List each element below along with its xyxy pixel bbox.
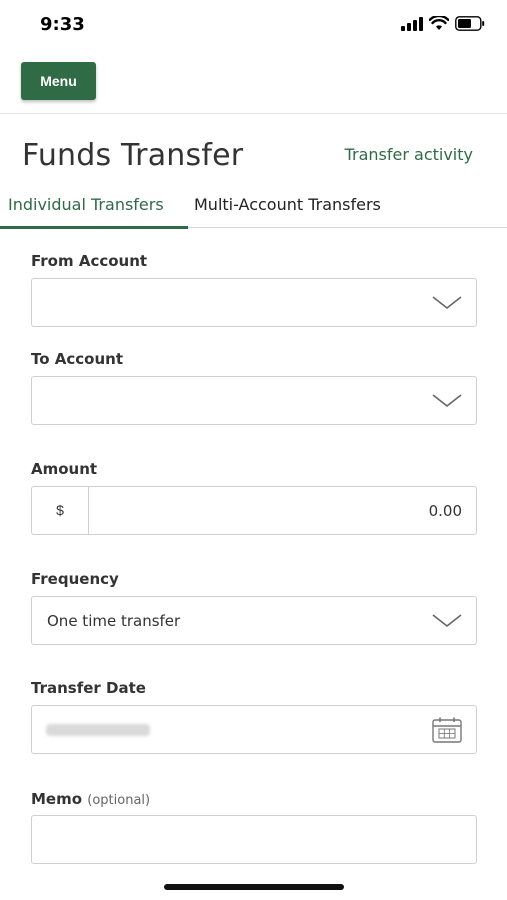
chevron-down-icon [432,614,462,628]
memo-label: Memo (optional) [31,790,150,808]
transfer-activity-link[interactable]: Transfer activity [345,145,473,164]
amount-value[interactable]: 0.00 [429,502,462,520]
transfer-date-value-blurred [46,724,150,736]
frequency-value: One time transfer [47,612,181,630]
memo-optional-hint: (optional) [87,793,151,808]
from-account-select[interactable] [31,278,477,327]
app-header: Menu [0,50,507,114]
status-icons [401,16,485,31]
frequency-label: Frequency [31,570,119,588]
transfer-tabs: Individual Transfers Multi-Account Trans… [0,190,507,229]
wifi-icon [429,16,449,30]
home-indicator [164,884,344,890]
menu-button[interactable]: Menu [21,62,96,100]
cellular-signal-icon [401,16,423,31]
memo-label-text: Memo [31,790,83,808]
to-account-label: To Account [31,350,123,368]
memo-input[interactable] [31,815,477,864]
page-title: Funds Transfer [22,138,244,173]
transfer-date-label: Transfer Date [31,679,146,697]
chevron-down-icon [432,394,462,408]
chevron-down-icon [432,296,462,310]
amount-label: Amount [31,460,98,478]
frequency-select[interactable]: One time transfer [31,596,477,645]
calendar-icon[interactable] [432,717,462,743]
active-tab-indicator [0,226,188,229]
status-bar: 9:33 [0,0,507,50]
from-account-label: From Account [31,252,148,270]
transfer-date-field[interactable] [31,705,477,754]
tab-multi-account-transfers[interactable]: Multi-Account Transfers [194,195,381,214]
tab-individual-transfers[interactable]: Individual Transfers [8,195,164,214]
battery-icon [455,16,485,31]
amount-field[interactable]: $ 0.00 [31,486,477,535]
status-time: 9:33 [40,14,85,35]
currency-prefix: $ [32,487,89,534]
to-account-select[interactable] [31,376,477,425]
